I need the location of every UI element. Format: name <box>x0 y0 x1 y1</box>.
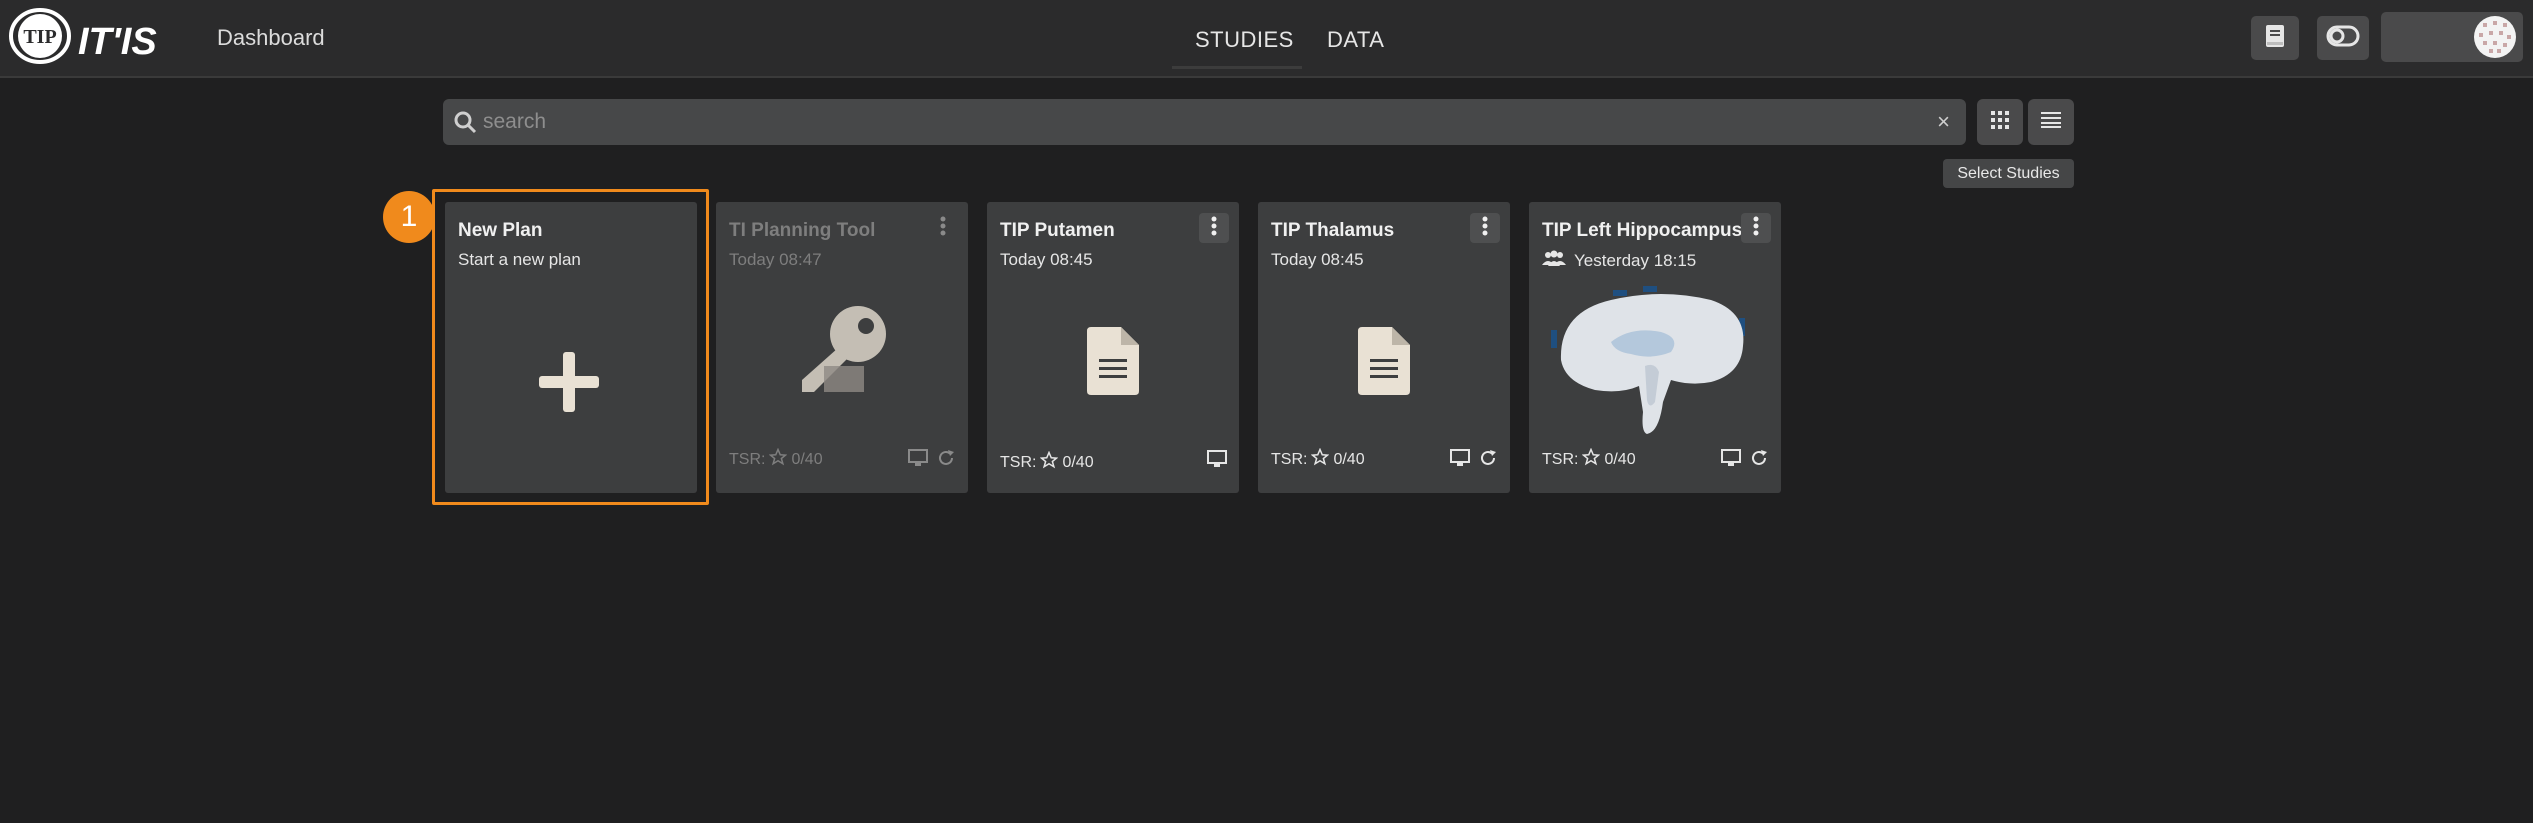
tip-itis-logo[interactable]: TIP IT'IS <box>8 4 158 68</box>
more-options-icon <box>1753 216 1759 241</box>
tsr-rating: TSR: 0/40 <box>1000 450 1094 474</box>
card-subtitle: Today 08:45 <box>1000 250 1093 269</box>
document-icon <box>1087 327 1139 400</box>
card-footer-icons <box>1207 450 1227 473</box>
manual-button[interactable] <box>2251 16 2299 60</box>
active-tab-indicator <box>1172 66 1302 69</box>
study-card[interactable]: TI Planning Tool Today 08:47 TSR: 0/40 <box>716 202 968 493</box>
list-view-button[interactable] <box>2028 99 2074 145</box>
avatar <box>2473 15 2517 59</box>
card-date: Yesterday 18:15 <box>1574 250 1697 270</box>
tsr-rating: TSR: 0/40 <box>729 447 823 471</box>
search-bar: × <box>443 99 1966 145</box>
monitor-icon <box>1721 449 1741 472</box>
study-card[interactable]: TIP Thalamus Today 08:45 TSR: 0/40 <box>1258 202 1510 493</box>
update-icon <box>1478 448 1498 473</box>
more-options-icon <box>1211 216 1217 241</box>
tutorial-highlight-frame <box>432 189 709 505</box>
more-options-icon <box>940 216 946 241</box>
tsr-value: 0/40 <box>1062 453 1094 471</box>
list-view-icon <box>2041 111 2061 133</box>
tab-data[interactable]: DATA <box>1327 27 1384 53</box>
card-menu-button[interactable] <box>928 213 958 243</box>
star-icon <box>1311 447 1330 471</box>
tsr-rating: TSR: 0/40 <box>1542 447 1636 471</box>
select-studies-tooltip: Select Studies <box>1943 159 2074 188</box>
study-card[interactable]: TIP Left Hippocampus Yesterday 18:15 TSR… <box>1529 202 1781 493</box>
card-menu-button[interactable] <box>1741 213 1771 243</box>
grid-view-icon <box>1991 110 2009 134</box>
card-subtitle: Yesterday 18:15 <box>1542 250 1696 271</box>
grid-view-button[interactable] <box>1977 99 2023 145</box>
monitor-icon <box>1207 450 1227 473</box>
tsr-rating: TSR: 0/40 <box>1271 447 1365 471</box>
star-icon <box>769 447 788 471</box>
dashboard-title: Dashboard <box>217 25 325 50</box>
user-menu-button[interactable] <box>2381 12 2523 62</box>
update-icon <box>936 448 956 473</box>
card-footer-icons <box>1450 448 1498 473</box>
logo-tip-text: TIP <box>23 26 56 48</box>
logo-brand-text: IT'IS <box>78 21 157 63</box>
tab-studies[interactable]: STUDIES <box>1195 27 1294 53</box>
key-icon <box>794 302 894 407</box>
top-bar: TIP IT'IS Dashboard STUDIES DATA <box>0 0 2533 78</box>
tsr-value: 0/40 <box>1333 450 1365 468</box>
card-title: TIP Putamen <box>1000 220 1115 241</box>
tsr-label: TSR: <box>729 450 766 468</box>
search-icon <box>453 110 477 134</box>
tsr-label: TSR: <box>1000 453 1037 471</box>
tutorial-step-badge: 1 <box>383 191 435 243</box>
card-title: TI Planning Tool <box>729 220 876 241</box>
study-card[interactable]: TIP Putamen Today 08:45 TSR: 0/40 <box>987 202 1239 493</box>
tsr-value: 0/40 <box>1604 450 1636 468</box>
more-options-icon <box>1482 216 1488 241</box>
star-icon <box>1040 450 1059 474</box>
tsr-label: TSR: <box>1542 450 1579 468</box>
clear-search-icon[interactable]: × <box>1937 109 1950 135</box>
document-icon <box>1358 327 1410 400</box>
card-menu-button[interactable] <box>1199 213 1229 243</box>
theme-toggle-icon <box>2326 25 2360 52</box>
card-menu-button[interactable] <box>1470 213 1500 243</box>
monitor-icon <box>1450 449 1470 472</box>
theme-toggle-button[interactable] <box>2317 16 2369 60</box>
brain-thumbnail <box>1551 282 1761 447</box>
card-subtitle: Today 08:45 <box>1271 250 1364 269</box>
monitor-icon <box>908 449 928 472</box>
search-input[interactable] <box>483 99 1903 145</box>
tsr-label: TSR: <box>1271 450 1308 468</box>
tsr-value: 0/40 <box>791 450 823 468</box>
card-footer-icons <box>1721 448 1769 473</box>
card-footer-icons <box>908 448 956 473</box>
manual-icon <box>2264 24 2286 53</box>
card-title: TIP Left Hippocampus <box>1542 220 1743 241</box>
card-subtitle: Today 08:47 <box>729 250 822 269</box>
star-icon <box>1582 447 1601 471</box>
shared-users-icon <box>1542 250 1566 271</box>
card-title: TIP Thalamus <box>1271 220 1395 241</box>
update-icon <box>1749 448 1769 473</box>
